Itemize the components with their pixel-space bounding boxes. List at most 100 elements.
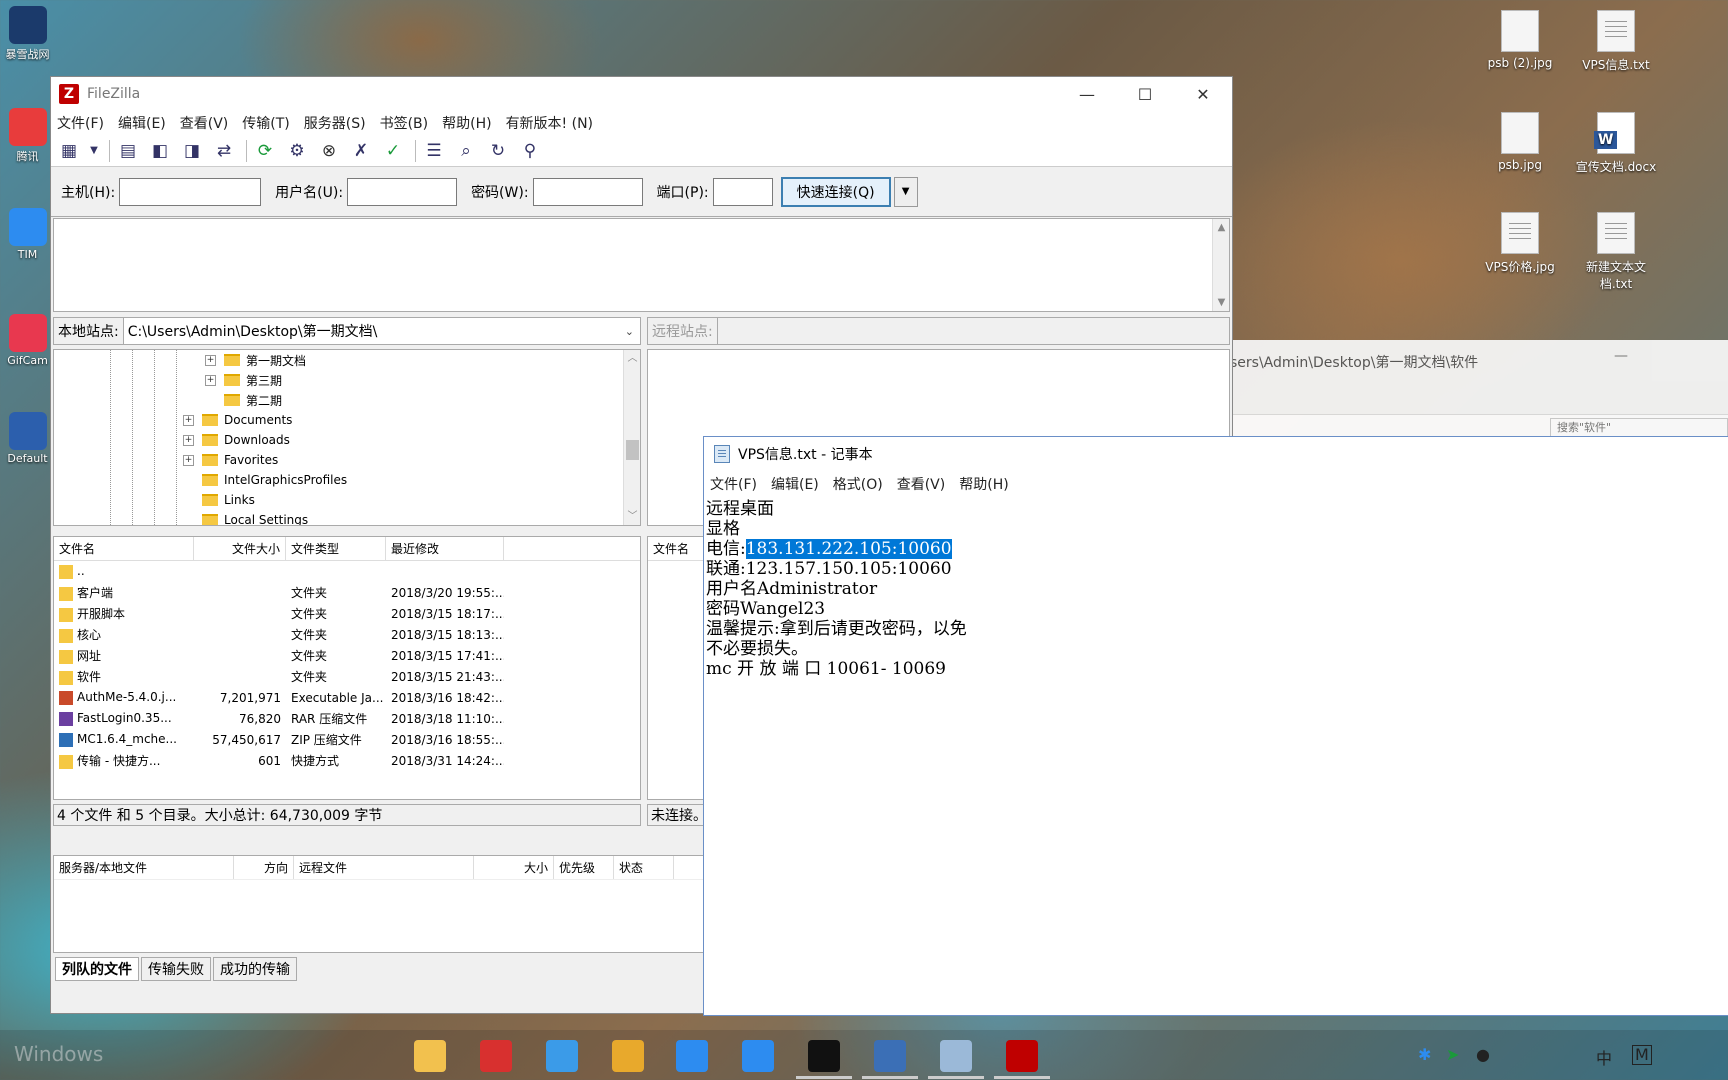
explorer-search-input[interactable]: 搜索"软件" [1550,418,1728,438]
cancel-icon[interactable]: ⊗ [315,138,343,164]
notepad-icon[interactable] [940,1040,972,1072]
tree-item[interactable]: 第二期 [205,390,282,410]
tim-tray-icon[interactable]: ✱ [1418,1045,1431,1064]
expand-icon[interactable]: + [183,414,194,426]
queue-col-5[interactable]: 状态 [614,856,674,879]
tim-icon[interactable] [676,1040,708,1072]
chevron-down-icon[interactable]: ⌄ [625,325,634,338]
desktop-app-0[interactable]: 暴雪战网 [0,6,55,62]
filter-icon[interactable]: ☰ [420,138,448,164]
expand-icon[interactable]: + [205,374,216,386]
menu-item-1[interactable]: 编辑(E) [118,113,166,133]
col-header-3[interactable]: 最近修改 [386,537,504,560]
log-scrollbar[interactable]: ▲ ▼ [1212,219,1229,311]
tree-item[interactable]: + 第一期文档 [205,350,306,370]
notepad-text-area[interactable]: 远程桌面 显格 电信:183.131.222.105:10060 联通:123.157… [706,499,967,679]
queue-tab-1[interactable]: 传输失败 [141,957,211,981]
tree-item[interactable]: + 第三期 [205,370,282,390]
notepad-menu-item-0[interactable]: 文件(F) [710,474,757,494]
queue-col-0[interactable]: 服务器/本地文件 [54,856,234,879]
ime-indicator[interactable]: 中 [1596,1045,1612,1069]
menu-item-0[interactable]: 文件(F) [57,113,104,133]
file-row[interactable]: .. [54,561,640,582]
desktop-app-3[interactable]: GifCam [0,314,55,367]
minimize-icon[interactable]: — [1614,348,1628,364]
qq-tray-icon[interactable]: ● [1476,1045,1490,1064]
col-header-1[interactable]: 文件大小 [194,537,286,560]
queue-col-2[interactable]: 远程文件 [294,856,474,879]
notepad-menu-item-4[interactable]: 帮助(H) [959,474,1008,494]
col-header-0[interactable]: 文件名 [54,537,194,560]
menu-item-7[interactable]: 有新版本! (N) [506,113,593,133]
desktop-file-4[interactable]: VPS价格.jpg [1476,212,1564,275]
file-row[interactable]: 核心 文件夹 2018/3/15 18:13:... [54,624,640,645]
file-row[interactable]: AuthMe-5.4.0.j... 7,201,971 Executable Ja.… [54,687,640,708]
quickconnect-button[interactable]: 快速连接(Q) [780,176,891,207]
tree-item[interactable]: + Documents [183,410,292,430]
expand-icon[interactable]: + [205,354,216,366]
expand-icon[interactable]: + [183,454,194,466]
tree-item[interactable]: Local Settings [183,510,308,525]
ime-mode-indicator[interactable]: M [1632,1045,1652,1065]
queue-col-3[interactable]: 大小 [474,856,554,879]
menu-item-2[interactable]: 查看(V) [180,113,229,133]
chevron-down-icon[interactable]: ▼ [87,138,101,164]
reconnect-icon[interactable]: ✓ [379,138,407,164]
queue-col-1[interactable]: 方向 [234,856,294,879]
transfer-queue-icon[interactable]: ⇄ [210,138,238,164]
disconnect-icon[interactable]: ✗ [347,138,375,164]
cloud-icon[interactable] [546,1040,578,1072]
file-row[interactable]: FastLogin0.35... 76,820 RAR 压缩文件 2018/3/18 … [54,708,640,729]
notepad-menu-item-3[interactable]: 查看(V) [897,474,946,494]
remote-col-name[interactable]: 文件名 [648,537,708,560]
title-bar[interactable]: Z FileZilla — ☐ ✕ [51,77,1232,111]
file-explorer-icon[interactable] [414,1040,446,1072]
message-log[interactable]: ▲ ▼ [53,218,1230,312]
file-row[interactable]: 网址 文件夹 2018/3/15 17:41:... [54,645,640,666]
remote-desktop-icon[interactable] [874,1040,906,1072]
tree-item[interactable]: + Downloads [183,430,290,450]
site-manager-icon[interactable]: ▦ [55,138,83,164]
desktop-file-1[interactable]: VPS信息.txt [1572,10,1660,73]
close-button[interactable]: ✕ [1174,77,1232,111]
desktop-app-4[interactable]: Default [0,412,55,465]
refresh-icon[interactable]: ⟳ [251,138,279,164]
desktop-app-2[interactable]: TIM [0,208,55,261]
local-directory-tree[interactable]: ︿ ﹀ + 第一期文档 + 第三期 第二期 + Documents + Downloads + Fav… [53,349,641,526]
netease-music-icon[interactable] [480,1040,512,1072]
username-input[interactable] [347,177,458,206]
tree-item[interactable]: + Favorites [183,450,278,470]
host-input[interactable] [119,177,262,206]
process-queue-icon[interactable]: ⚙ [283,138,311,164]
send-tray-icon[interactable]: ➤ [1446,1045,1459,1064]
desktop-file-3[interactable]: 宣传文档.docx [1572,112,1660,175]
queue-col-4[interactable]: 优先级 [554,856,614,879]
desktop-app-1[interactable]: 腾讯 [0,108,55,164]
minimize-button[interactable]: — [1058,77,1116,111]
desktop-file-5[interactable]: 新建文本文档.txt [1572,212,1660,292]
search-icon[interactable]: ⚲ [516,138,544,164]
notepad-title-bar[interactable]: VPS信息.txt - 记事本 [704,437,1728,471]
queue-tab-0[interactable]: 列队的文件 [55,957,139,981]
maximize-button[interactable]: ☐ [1116,77,1174,111]
file-row[interactable]: 软件 文件夹 2018/3/15 21:43:... [54,666,640,687]
remote-tree-icon[interactable]: ◨ [178,138,206,164]
expand-icon[interactable]: + [183,434,194,446]
menu-item-3[interactable]: 传输(T) [242,113,289,133]
file-row[interactable]: MC1.6.4_mche... 57,450,617 ZIP 压缩文件 2018/3/… [54,729,640,750]
col-header-2[interactable]: 文件类型 [286,537,386,560]
menu-item-5[interactable]: 书签(B) [380,113,429,133]
compare-icon[interactable]: ⌕ [452,138,480,164]
local-file-list[interactable]: 文件名 文件大小 文件类型 最近修改 .. 客户端 文件夹 2018/3/20 19:55:… [53,536,641,800]
quickconnect-dropdown-icon[interactable]: ▼ [893,176,918,207]
sync-browse-icon[interactable]: ↻ [484,138,512,164]
notepad-menu-item-1[interactable]: 编辑(E) [771,474,819,494]
port-input[interactable] [712,177,773,206]
file-row[interactable]: 开服脚本 文件夹 2018/3/15 18:17:... [54,603,640,624]
notepad-menu-item-2[interactable]: 格式(O) [833,474,883,494]
recorder-icon[interactable] [808,1040,840,1072]
menu-item-6[interactable]: 帮助(H) [442,113,491,133]
remote-path-input[interactable] [717,318,1229,344]
file-row[interactable]: 客户端 文件夹 2018/3/20 19:55:... [54,582,640,603]
filezilla-icon[interactable] [1006,1040,1038,1072]
